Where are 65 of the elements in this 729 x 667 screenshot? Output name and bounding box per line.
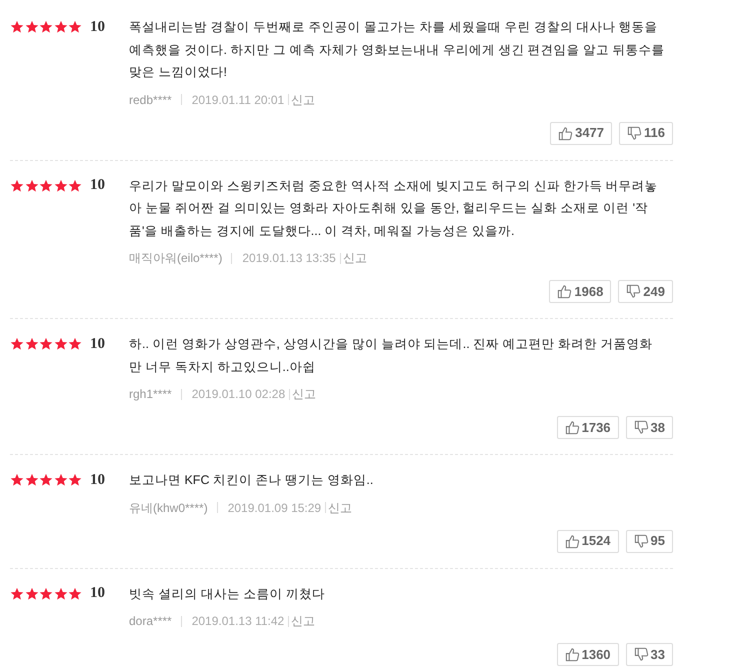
star-icon [54, 20, 68, 34]
thumbs-up-icon [564, 534, 580, 548]
review-date: 2019.01.13 11:42 [190, 613, 286, 630]
dislike-button[interactable]: 116 [619, 122, 673, 144]
star-icon [54, 586, 68, 600]
author-name: 매직아워(eilo****) [129, 250, 224, 267]
rating-score: 10 [90, 20, 105, 34]
dislike-button[interactable]: 249 [618, 280, 673, 303]
like-button[interactable]: 1736 [556, 416, 619, 439]
author-name: rgh1**** [129, 386, 173, 403]
like-button[interactable]: 1968 [549, 280, 612, 303]
thumbs-down-icon [634, 420, 649, 435]
star-icon [39, 586, 53, 600]
review-text: 하.. 이런 영화가 상영관수, 상영시간을 많이 늘려야 되는데.. 진짜 예고편만 화려한 거품영화만 너무 독차지 하고있으니..아쉽 [129, 336, 654, 376]
thumbs-up-icon [558, 126, 574, 140]
star-icon [10, 20, 24, 34]
star-icon [10, 473, 24, 487]
author-name: redb**** [129, 92, 173, 108]
review-text: 폭설내리는밤 경찰이 두번째로 주인공이 몰고가는 차를 세웠을때 우린 경찰의 대사나 행동을 예측했을 것이다. 하지만 그 예측 자체가 영화보는내내 우리에게 생긴 편견임을 알고 뒤통수를 맞은 느낌이었다! [129, 19, 666, 81]
thumbs-down-icon [626, 284, 642, 299]
star-icon [24, 473, 38, 487]
star-icon [10, 178, 24, 192]
author-name: dora**** [129, 613, 173, 630]
rating-score: 10 [90, 178, 105, 193]
star-icon [68, 178, 82, 192]
review-text: 보고나면 KFC 치킨이 존나 땡기는 영화임.. [129, 472, 374, 489]
thumbs-down-icon [627, 126, 642, 140]
star-icon [24, 178, 38, 192]
star-icon [10, 586, 24, 600]
dislike-button[interactable]: 38 [626, 416, 673, 439]
like-button[interactable]: 3477 [550, 122, 612, 144]
star-icon [68, 337, 82, 351]
dislike-button[interactable]: 95 [626, 530, 673, 552]
thumbs-down-icon [634, 534, 649, 548]
thumbs-up-icon [564, 647, 580, 662]
star-icon [54, 337, 68, 351]
star-icon [24, 586, 38, 600]
star-icon [68, 20, 82, 34]
star-icon [39, 337, 53, 351]
author-name: 유네(khw0****) [129, 500, 209, 516]
star-icon [68, 586, 82, 600]
review-date: 2019.01.11 20:01 [190, 92, 286, 108]
star-icon [39, 178, 53, 192]
like-button[interactable]: 1524 [556, 530, 619, 552]
thumbs-up-icon [564, 420, 580, 435]
star-icon [39, 473, 53, 487]
rating-score: 10 [90, 472, 105, 488]
star-icon [54, 178, 68, 192]
star-icon [10, 337, 24, 351]
review-date: 2019.01.09 15:29 [226, 500, 322, 516]
dislike-button[interactable]: 33 [626, 643, 673, 666]
rating-score: 10 [90, 586, 105, 601]
review-date: 2019.01.10 02:28 [190, 386, 286, 403]
star-icon [24, 20, 38, 34]
like-button[interactable]: 1360 [556, 643, 619, 666]
review-text: 우리가 말모이와 스윙키즈처럼 중요한 역사적 소재에 빚지고도 허구의 신파 한가득 버무려놓아 눈물 쥐어짠 걸 의미있는 영화라 자아도취해 있을 동안, 헐리우드는 실화 소재로 이런 '작품'을 배출하는 경지에 도달했다... 이 격차, 메워질 가능성은 있을까. [129, 178, 659, 240]
star-icon [39, 20, 53, 34]
rating-score: 10 [90, 336, 105, 352]
star-icon [54, 473, 68, 487]
star-icon [68, 473, 82, 487]
star-icon [24, 337, 38, 351]
thumbs-down-icon [634, 647, 649, 662]
review-date: 2019.01.13 13:35 [241, 250, 337, 267]
review-text: 빗속 셜리의 대사는 소름이 끼쳤다 [129, 586, 326, 602]
thumbs-up-icon [557, 284, 572, 299]
